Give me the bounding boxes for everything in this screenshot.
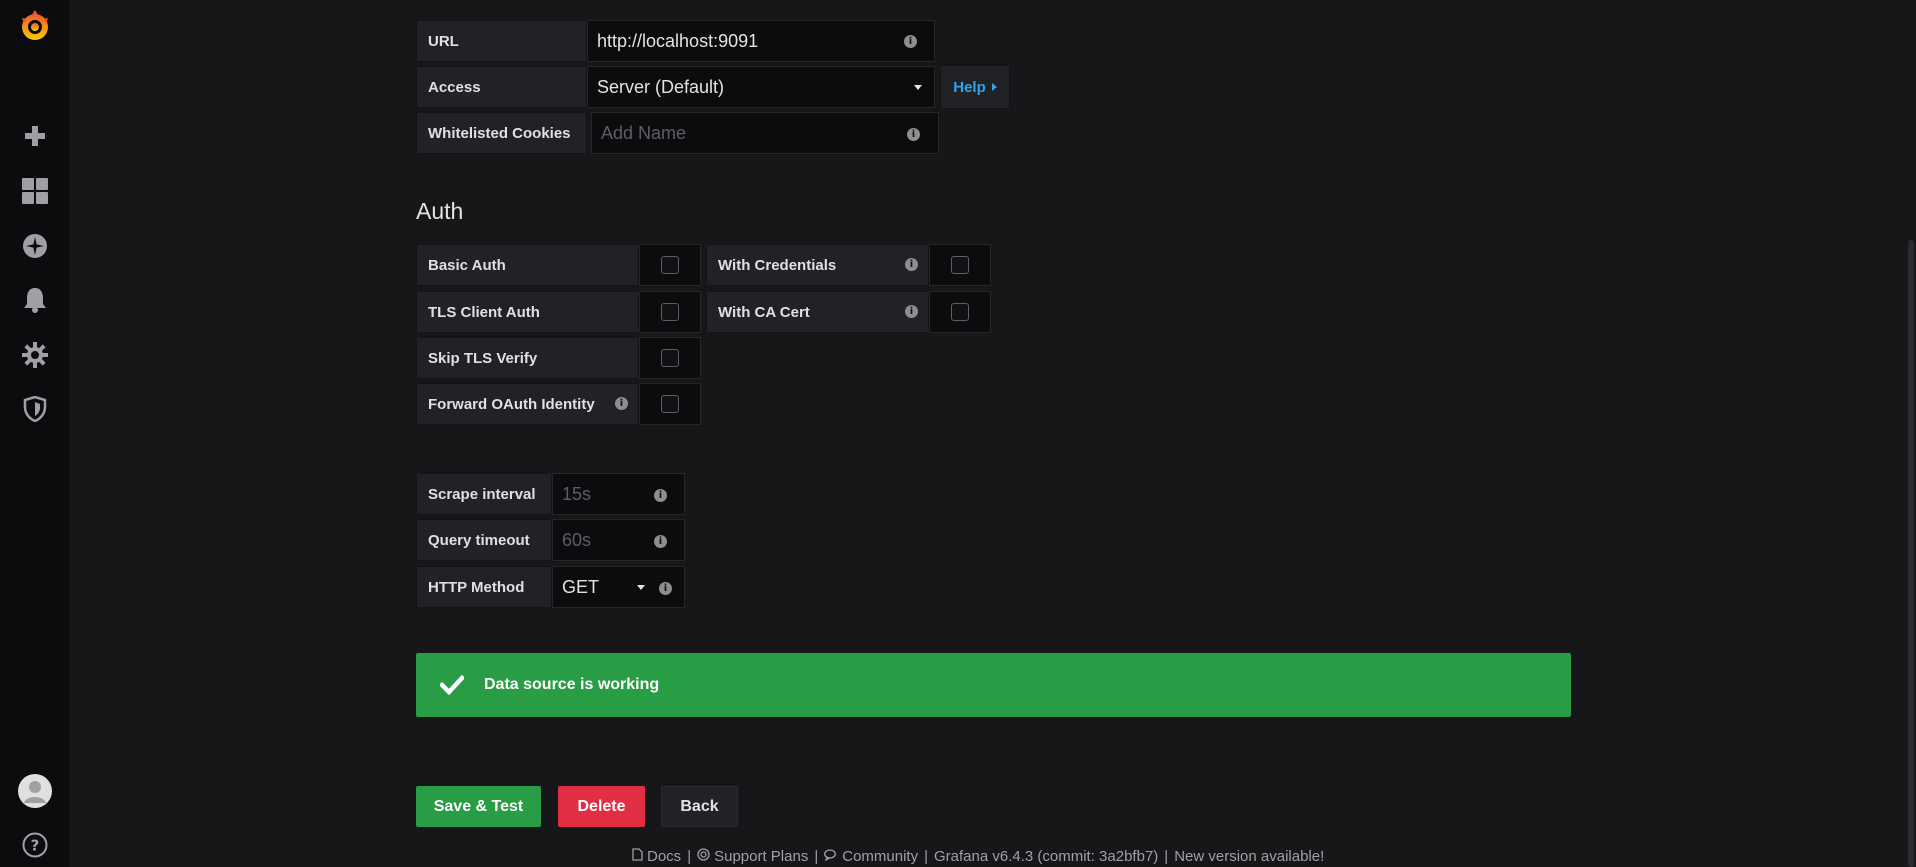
grafana-logo-icon[interactable] — [17, 8, 53, 44]
skip-tls-verify-label: Skip TLS Verify — [416, 337, 639, 379]
footer-version[interactable]: Grafana v6.4.3 (commit: 3a2bfb7) — [934, 848, 1158, 865]
footer-support-link[interactable]: Support Plans — [714, 848, 808, 865]
with-ca-cert-checkbox[interactable] — [929, 291, 991, 333]
delete-button[interactable]: Delete — [558, 786, 645, 827]
access-chevron-down-icon — [914, 85, 922, 90]
with-credentials-info-icon[interactable]: i — [905, 258, 918, 271]
forward-oauth-checkbox[interactable] — [639, 383, 701, 425]
http-method-chevron-down-icon — [637, 585, 645, 590]
access-label: Access — [416, 66, 587, 108]
query-timeout-placeholder: 60s — [562, 529, 592, 550]
basic-auth-label: Basic Auth — [416, 244, 639, 286]
forward-oauth-info-icon[interactable]: i — [615, 397, 628, 410]
forward-oauth-label: Forward OAuth Identity — [416, 383, 639, 425]
url-value: http://localhost:9091 — [597, 30, 759, 51]
url-info-icon[interactable]: i — [904, 35, 917, 48]
server-admin-shield-icon[interactable] — [17, 391, 53, 427]
footer-docs-link[interactable]: Docs — [647, 848, 681, 865]
scrape-interval-info-icon[interactable]: i — [654, 489, 667, 502]
auth-section-title: Auth — [416, 198, 464, 224]
footer: Docs | Support Plans | Community | Grafa… — [632, 848, 1324, 865]
docs-file-icon — [632, 848, 643, 865]
with-credentials-label: With Credentials — [706, 244, 929, 286]
http-method-info-icon[interactable]: i — [659, 582, 672, 595]
with-ca-cert-info-icon[interactable]: i — [905, 305, 918, 318]
tls-client-auth-label: TLS Client Auth — [416, 291, 639, 333]
back-button[interactable]: Back — [661, 786, 738, 827]
footer-community-link[interactable]: Community — [842, 848, 918, 865]
url-input[interactable]: http://localhost:9091 — [587, 20, 935, 62]
sidebar: ? — [0, 0, 71, 867]
with-ca-cert-label: With CA Cert — [706, 291, 929, 333]
scrape-interval-label: Scrape interval — [416, 473, 552, 515]
scrape-interval-placeholder: 15s — [562, 483, 592, 504]
checkmark-icon — [440, 675, 464, 695]
explore-compass-icon[interactable] — [17, 228, 53, 264]
footer-new-version-link[interactable]: New version available! — [1174, 848, 1324, 865]
alerting-bell-icon[interactable] — [17, 282, 53, 318]
whitelisted-cookies-label: Whitelisted Cookies — [416, 112, 587, 154]
help-button[interactable]: Help — [940, 65, 1010, 109]
access-value: Server (Default) — [597, 76, 725, 97]
tls-client-auth-checkbox[interactable] — [639, 291, 701, 333]
help-caret-right-icon — [991, 83, 997, 91]
skip-tls-verify-checkbox[interactable] — [639, 337, 701, 379]
whitelisted-cookies-input[interactable]: Add Name — [591, 112, 939, 154]
alert-message: Data source is working — [484, 676, 660, 693]
configuration-gear-icon[interactable] — [17, 337, 53, 373]
query-timeout-info-icon[interactable]: i — [654, 535, 667, 548]
http-method-value: GET — [562, 576, 600, 597]
save-test-button[interactable]: Save & Test — [416, 786, 541, 827]
scrollbar[interactable] — [1906, 0, 1916, 867]
scrollbar-thumb[interactable] — [1908, 240, 1914, 867]
svg-text:?: ? — [31, 837, 40, 855]
user-avatar-icon[interactable] — [17, 773, 53, 809]
success-alert: Data source is working — [416, 653, 1571, 717]
access-select[interactable]: Server (Default) — [587, 66, 935, 108]
community-comments-icon — [824, 848, 838, 865]
help-question-icon[interactable]: ? — [17, 827, 53, 863]
cookies-placeholder: Add Name — [601, 122, 687, 143]
help-button-label: Help — [953, 78, 986, 96]
with-credentials-checkbox[interactable] — [929, 244, 991, 286]
support-lifebuoy-icon — [697, 848, 710, 865]
query-timeout-label: Query timeout — [416, 519, 552, 561]
dashboards-icon[interactable] — [17, 173, 53, 209]
cookies-info-icon[interactable]: i — [907, 128, 920, 141]
plus-icon[interactable] — [17, 118, 53, 154]
http-method-label: HTTP Method — [416, 566, 552, 608]
basic-auth-checkbox[interactable] — [639, 244, 701, 286]
url-label: URL — [416, 20, 587, 62]
